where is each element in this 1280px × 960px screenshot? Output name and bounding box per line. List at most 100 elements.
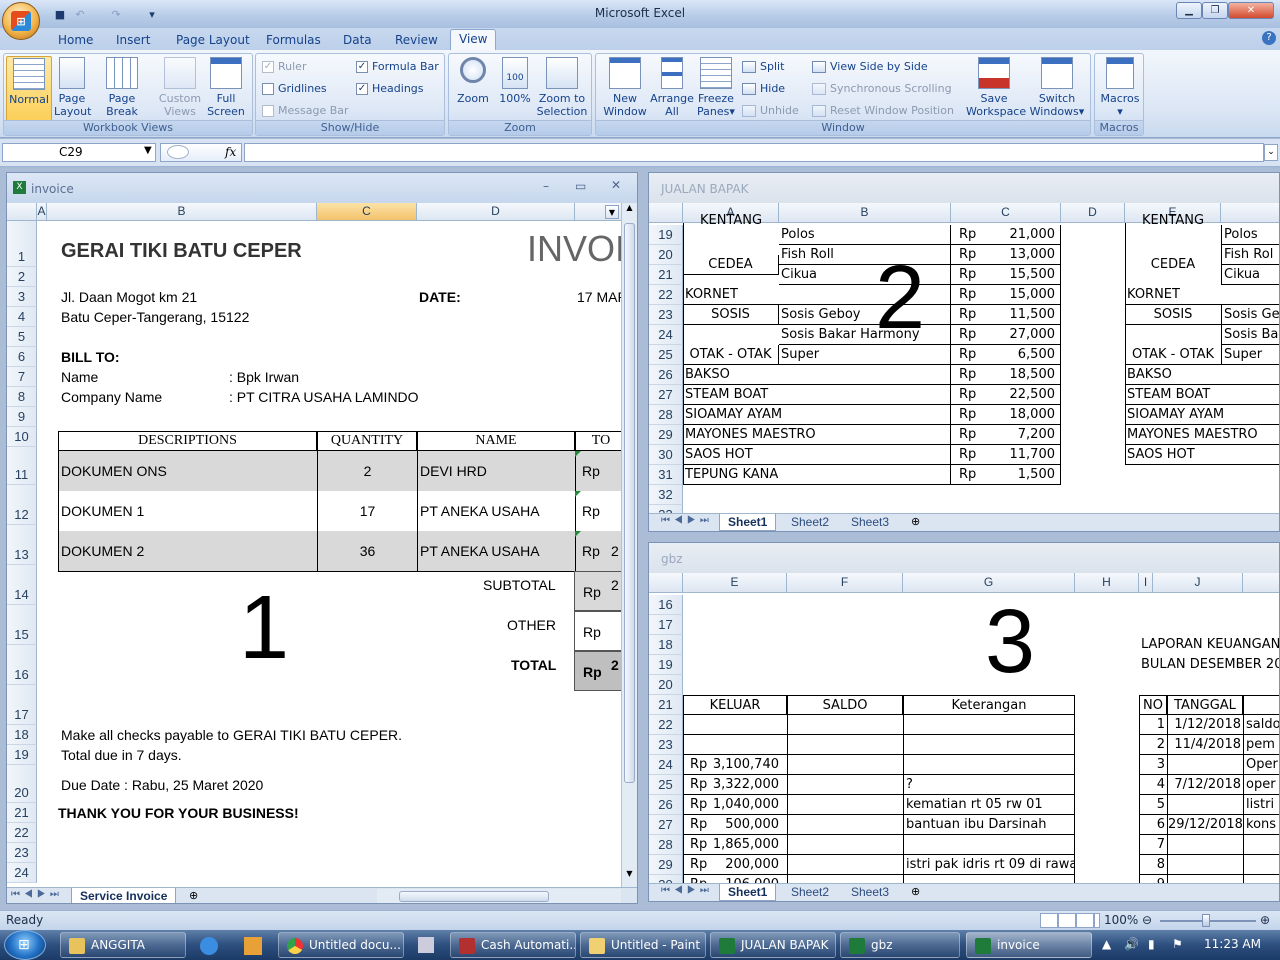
corner-cell[interactable] [7, 203, 37, 221]
row-header-29[interactable]: 29 [649, 855, 683, 875]
row-header-17[interactable]: 17 [7, 685, 37, 725]
row-header-22[interactable]: 22 [649, 715, 683, 735]
new-window-button[interactable]: New Window [600, 56, 650, 118]
ie-icon[interactable] [200, 937, 218, 955]
row-header-20[interactable]: 20 [649, 245, 683, 265]
row-header-26[interactable]: 26 [649, 795, 683, 815]
taskbar-item-anggita[interactable]: ANGGITA [60, 932, 186, 958]
formula-bar-checkbox[interactable]: ✓ Formula Bar [356, 60, 439, 73]
row-header-4[interactable]: 4 [7, 307, 37, 327]
restore-button[interactable]: ❐ [1202, 2, 1228, 19]
sheet-tab-sheet2[interactable]: Sheet2 [783, 514, 837, 531]
ruler-checkbox[interactable]: ✓ Ruler [262, 60, 306, 73]
zoom-100-button[interactable]: 100 100% [495, 56, 535, 105]
column-header-f[interactable] [1221, 203, 1279, 223]
row-header-17[interactable]: 17 [649, 615, 683, 635]
row-header-21[interactable]: 21 [649, 695, 683, 715]
row-header-11[interactable]: 11 [7, 447, 37, 485]
insert-sheet-icon[interactable]: ⊕ [189, 889, 198, 902]
tray-arrow-icon[interactable]: ▲ [1102, 937, 1111, 951]
hide-button[interactable]: Hide [742, 82, 785, 95]
column-header-b[interactable]: B [47, 203, 317, 221]
scroll-thumb[interactable] [399, 891, 549, 902]
taskbar-item-cash-automati[interactable]: Cash Automati... [450, 932, 576, 958]
network-icon[interactable]: ▮ [1148, 937, 1155, 951]
column-header-i[interactable]: I [1139, 573, 1153, 593]
row-header-12[interactable]: 12 [7, 485, 37, 525]
row-header-16[interactable]: 16 [649, 595, 683, 615]
scroll-thumb[interactable] [624, 223, 635, 783]
zoom-out-icon[interactable]: ⊖ [1142, 913, 1152, 927]
sheet-tab-service-invoice[interactable]: Service Invoice [71, 888, 177, 903]
column-header-k[interactable] [1243, 573, 1279, 593]
insert-sheet-icon[interactable]: ⊕ [911, 515, 920, 528]
gbz-grid[interactable]: EFGHIJ161718192021222324252627282930LAPO… [649, 573, 1279, 883]
table-header-cell[interactable]: DESCRIPTIONS [58, 431, 317, 451]
taskbar-item-untitled-doc[interactable]: Untitled docu... [278, 932, 404, 958]
column-header-c[interactable]: C [951, 203, 1061, 223]
row-header-22[interactable]: 22 [649, 285, 683, 305]
row-header-23[interactable]: 23 [649, 305, 683, 325]
corner-cell[interactable] [649, 573, 683, 593]
tab-formulas[interactable]: Formulas [258, 31, 329, 49]
view-side-by-side-button[interactable]: View Side by Side [812, 60, 928, 73]
row-header-7[interactable]: 7 [7, 367, 37, 387]
help-icon[interactable]: ? [1262, 31, 1276, 45]
row-header-26[interactable]: 26 [649, 365, 683, 385]
name-box-dropdown-icon[interactable]: ▼ [144, 145, 152, 156]
column-header-a[interactable]: A [37, 203, 47, 221]
column-header-f[interactable]: F [787, 573, 903, 593]
expand-formula-bar-icon[interactable]: ⌄ [1264, 144, 1278, 161]
row-header-23[interactable]: 23 [649, 735, 683, 755]
row-header-24[interactable]: 24 [649, 325, 683, 345]
zoom-in-icon[interactable]: ⊕ [1260, 913, 1270, 927]
table-header-cell[interactable]: QUANTITY [317, 431, 417, 451]
split-button[interactable]: Split [742, 60, 784, 73]
corner-cell[interactable] [649, 203, 683, 223]
gridlines-checkbox[interactable]: Gridlines [262, 82, 327, 95]
sheet-tab-sheet1[interactable]: Sheet1 [719, 884, 777, 901]
start-button[interactable]: ⊞ [4, 930, 46, 960]
row-header-6[interactable]: 6 [7, 347, 37, 367]
table-header-cell[interactable]: TO [575, 431, 621, 451]
invoice-vertical-scrollbar[interactable]: ▲ ▼ [621, 203, 637, 887]
sheet-tab-sheet2[interactable]: Sheet2 [783, 884, 837, 901]
taskbar-item-gbz[interactable]: gbz [840, 932, 960, 958]
app-icon[interactable] [418, 937, 434, 953]
row-header-19[interactable]: 19 [649, 225, 683, 245]
row-header-19[interactable]: 19 [649, 655, 683, 675]
name-box[interactable]: C29 [2, 143, 156, 162]
row-header-8[interactable]: 8 [7, 387, 37, 407]
page-layout-view-button[interactable]: Page Layout [54, 56, 91, 118]
row-header-13[interactable]: 13 [7, 525, 37, 565]
row-header-23[interactable]: 23 [7, 843, 37, 863]
row-header-22[interactable]: 22 [7, 823, 37, 843]
fx-icon[interactable]: fx [225, 145, 236, 159]
switch-windows-button[interactable]: Switch Windows▾ [1026, 56, 1088, 118]
row-header-28[interactable]: 28 [649, 405, 683, 425]
tab-page-layout[interactable]: Page Layout [168, 31, 258, 49]
row-header-15[interactable]: 15 [7, 605, 37, 645]
scroll-down-icon[interactable]: ▼ [623, 869, 636, 885]
row-header-1[interactable]: 1 [7, 221, 37, 267]
column-header-b[interactable]: B [779, 203, 951, 223]
minimize-icon[interactable]: – [543, 179, 549, 193]
message-bar-checkbox[interactable]: Message Bar [262, 104, 349, 117]
invoice-grid[interactable]: A B C D 1 2 3 4 5 6 7 8 9 10 11 12 13 14 15 16 17 18 19 20 21 22 2… [7, 203, 621, 887]
taskbar-item-invoice[interactable]: invoice [966, 932, 1092, 958]
row-header-3[interactable]: 3 [7, 287, 37, 307]
sync-scroll-button[interactable]: Synchronous Scrolling [812, 82, 952, 95]
clock[interactable]: 11:23 AM [1204, 937, 1261, 951]
row-header-31[interactable]: 31 [649, 465, 683, 485]
taskbar-item-jualan-bapak[interactable]: JUALAN BAPAK [710, 932, 836, 958]
row-header-29[interactable]: 29 [649, 425, 683, 445]
unhide-button[interactable]: Unhide [742, 104, 799, 117]
close-button[interactable]: ✕ [1228, 2, 1274, 19]
row-header-25[interactable]: 25 [649, 345, 683, 365]
row-header-27[interactable]: 27 [649, 815, 683, 835]
zoom-to-selection-button[interactable]: Zoom to Selection [535, 56, 589, 118]
zoom-level[interactable]: 100% [1104, 913, 1138, 927]
sheet-tab-sheet3[interactable]: Sheet3 [843, 884, 897, 901]
row-header-25[interactable]: 25 [649, 775, 683, 795]
table-header-cell[interactable]: NAME [417, 431, 575, 451]
